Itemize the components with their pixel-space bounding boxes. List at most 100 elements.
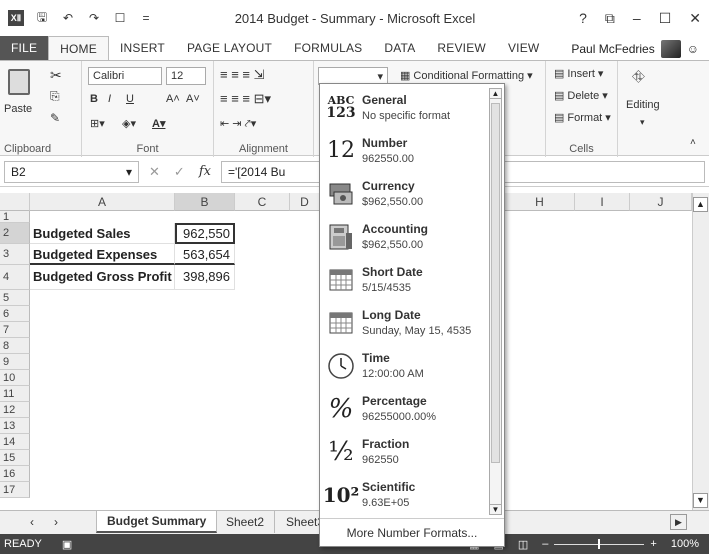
- grow-font-button[interactable]: A˄: [166, 93, 180, 105]
- column-header-b[interactable]: B: [175, 193, 235, 211]
- conditional-formatting-button[interactable]: ▦ Conditional Formatting ▾: [400, 69, 533, 83]
- maximize-button[interactable]: ☐: [659, 10, 672, 27]
- column-header-a[interactable]: A: [30, 193, 175, 211]
- tab-file[interactable]: FILE: [0, 36, 49, 60]
- enter-icon[interactable]: ✓: [174, 164, 185, 180]
- italic-button[interactable]: I: [108, 93, 111, 105]
- cell-b4[interactable]: 398,896: [175, 265, 235, 290]
- row-header[interactable]: 8: [0, 338, 30, 354]
- tab-formulas[interactable]: FORMULAS: [283, 36, 373, 60]
- sheet-tab-sheet2[interactable]: Sheet2: [216, 511, 276, 533]
- zoom-slider-thumb[interactable]: [598, 538, 601, 549]
- row-header[interactable]: 3: [0, 244, 30, 265]
- row-header[interactable]: 2: [0, 223, 30, 244]
- redo-icon[interactable]: ↷: [86, 10, 102, 26]
- row-header[interactable]: 17: [0, 482, 30, 498]
- bold-button[interactable]: B: [90, 93, 98, 105]
- underline-button[interactable]: U: [126, 93, 134, 105]
- row-header[interactable]: 9: [0, 354, 30, 370]
- row-header[interactable]: 7: [0, 322, 30, 338]
- row-header[interactable]: 1: [0, 211, 30, 223]
- help-button[interactable]: ?: [579, 10, 587, 27]
- font-color-icon[interactable]: A▾: [152, 117, 165, 130]
- column-header-j[interactable]: J: [630, 193, 692, 211]
- tab-insert[interactable]: INSERT: [109, 36, 176, 60]
- row-header[interactable]: 4: [0, 265, 30, 290]
- sheet-tab-budget-summary[interactable]: Budget Summary: [96, 511, 218, 533]
- borders-icon[interactable]: ⊞▾: [90, 117, 105, 130]
- format-option-accounting[interactable]: Accounting $962,550.00: [320, 215, 490, 258]
- row-header[interactable]: 13: [0, 418, 30, 434]
- row-header[interactable]: 12: [0, 402, 30, 418]
- cell-a2[interactable]: Budgeted Sales: [30, 223, 175, 244]
- scroll-up-icon[interactable]: ▲: [490, 89, 501, 99]
- name-box[interactable]: B2 ▾: [4, 160, 139, 183]
- tab-review[interactable]: REVIEW: [426, 36, 497, 60]
- format-option-general[interactable]: ABC 123 General No specific format: [320, 86, 490, 129]
- collapse-ribbon-icon[interactable]: ˄: [690, 137, 696, 148]
- insert-button[interactable]: ▤ Insert ▾: [554, 67, 603, 81]
- close-button[interactable]: ✕: [689, 10, 701, 27]
- select-all-corner[interactable]: [0, 193, 30, 211]
- scroll-down-icon[interactable]: ▼: [693, 493, 708, 508]
- cancel-icon[interactable]: ✕: [149, 164, 160, 180]
- column-header-i[interactable]: I: [575, 193, 630, 211]
- zoom-level[interactable]: 100%: [671, 538, 699, 550]
- vertical-scrollbar[interactable]: ▲ ▼: [692, 193, 709, 510]
- sheet-prev-icon[interactable]: ‹: [20, 511, 44, 533]
- format-option-short-date[interactable]: Short Date 5/15/4535: [320, 258, 490, 301]
- cell-a4[interactable]: Budgeted Gross Profit: [30, 265, 175, 290]
- format-painter-icon[interactable]: ✎: [50, 111, 60, 125]
- sheet-next-icon[interactable]: ›: [44, 511, 68, 533]
- tab-home[interactable]: HOME: [48, 36, 109, 60]
- format-option-scientific[interactable]: 10² Scientific 9.63E+05: [320, 473, 490, 516]
- font-size-select[interactable]: 12: [166, 67, 206, 85]
- format-option-percentage[interactable]: % Percentage 96255000.00%: [320, 387, 490, 430]
- row-header[interactable]: 10: [0, 370, 30, 386]
- tab-page-layout[interactable]: PAGE LAYOUT: [176, 36, 283, 60]
- zoom-in-button[interactable]: +: [650, 538, 656, 550]
- row-header[interactable]: 15: [0, 450, 30, 466]
- ribbon-display-options-button[interactable]: ⧉: [605, 10, 615, 27]
- format-option-fraction[interactable]: ½ Fraction 962550: [320, 430, 490, 473]
- column-header-d[interactable]: D: [290, 193, 320, 211]
- row-header[interactable]: 6: [0, 306, 30, 322]
- delete-button[interactable]: ▤ Delete ▾: [554, 89, 608, 103]
- font-name-select[interactable]: Calibri: [88, 67, 162, 85]
- column-header-h[interactable]: H: [505, 193, 575, 211]
- top-align-icon[interactable]: ≡ ≡ ≡ ⇲: [220, 67, 264, 83]
- zoom-slider[interactable]: [554, 538, 645, 549]
- format-option-number[interactable]: 12 Number 962550.00: [320, 129, 490, 172]
- format-button[interactable]: ▤ Format ▾: [554, 111, 611, 125]
- more-number-formats-link[interactable]: More Number Formats...: [320, 518, 504, 546]
- user-name[interactable]: Paul McFedries: [571, 42, 654, 56]
- row-header[interactable]: 16: [0, 466, 30, 482]
- new-document-icon[interactable]: ☐: [112, 10, 128, 26]
- indent-icon[interactable]: ⇤ ⇥ ⤤▾: [220, 117, 256, 131]
- tab-data[interactable]: DATA: [373, 36, 426, 60]
- macro-record-icon[interactable]: ▣: [62, 538, 72, 551]
- paste-button[interactable]: Paste: [4, 103, 32, 115]
- minimize-button[interactable]: –: [633, 10, 641, 27]
- editing-button[interactable]: Editing: [626, 99, 660, 111]
- scroll-down-icon[interactable]: ▼: [490, 504, 501, 514]
- row-header[interactable]: 11: [0, 386, 30, 402]
- cell-a3[interactable]: Budgeted Expenses: [30, 244, 175, 265]
- customize-qat-icon[interactable]: =: [138, 10, 154, 26]
- format-option-currency[interactable]: Currency $962,550.00: [320, 172, 490, 215]
- tab-view[interactable]: VIEW: [497, 36, 550, 60]
- cell-b3[interactable]: 563,654: [175, 244, 235, 265]
- dropdown-scroll-thumb[interactable]: [491, 103, 500, 463]
- excel-logo-icon[interactable]: XⅡ: [8, 10, 24, 26]
- smiley-icon[interactable]: ☺: [687, 42, 699, 56]
- row-header[interactable]: 5: [0, 290, 30, 306]
- paste-icon[interactable]: [8, 69, 30, 95]
- zoom-out-button[interactable]: –: [542, 538, 548, 550]
- copy-icon[interactable]: ⎘: [50, 89, 60, 104]
- row-header[interactable]: 14: [0, 434, 30, 450]
- fill-color-icon[interactable]: ◈▾: [122, 117, 136, 130]
- format-option-long-date[interactable]: Long Date Sunday, May 15, 4535: [320, 301, 490, 344]
- align-center-icon[interactable]: ≡ ≡ ≡ ⊟▾: [220, 91, 271, 107]
- scroll-up-icon[interactable]: ▲: [693, 197, 708, 212]
- dropdown-scrollbar[interactable]: ▲ ▼: [489, 88, 502, 515]
